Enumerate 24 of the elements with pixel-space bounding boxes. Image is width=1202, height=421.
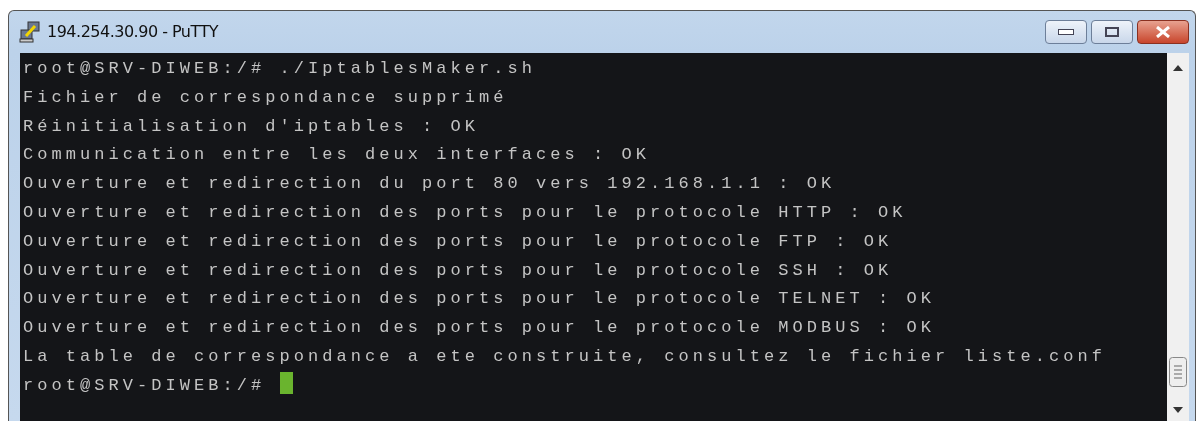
terminal-line: root@SRV-DIWEB:/# ./IptablesMaker.sh xyxy=(23,59,537,78)
maximize-button[interactable] xyxy=(1091,20,1133,44)
scroll-up-icon[interactable] xyxy=(1173,65,1183,71)
terminal-line: Ouverture et redirection du port 80 vers 192.168.1.1 : OK xyxy=(23,174,836,194)
terminal-line: Ouverture et redirection des ports pour le protocole HTTP : OK xyxy=(23,203,907,222)
close-icon xyxy=(1155,26,1171,38)
window-title: 194.254.30.90 - PuTTY xyxy=(47,21,219,43)
terminal-line: Ouverture et redirection des ports pour le protocole SSH : OK xyxy=(23,260,893,280)
terminal-line: La table de correspondance a ete construite, consultez le fichier liste.conf xyxy=(23,346,1107,366)
scrollbar[interactable] xyxy=(1167,53,1189,421)
maximize-icon xyxy=(1105,27,1119,37)
terminal-line: Ouverture et redirection des ports pour le protocole MODBUS : OK xyxy=(23,318,936,338)
minimize-icon xyxy=(1058,29,1074,35)
terminal-line: Réinitialisation d'iptables : OK xyxy=(23,116,480,136)
scroll-thumb[interactable] xyxy=(1169,357,1187,387)
minimize-button[interactable] xyxy=(1045,20,1087,44)
terminal-line: Ouverture et redirection des ports pour le protocole TELNET : OK xyxy=(23,289,936,309)
terminal-line: Ouverture et redirection des ports pour le protocole FTP : OK xyxy=(23,231,893,251)
computers-icon xyxy=(19,21,43,43)
close-button[interactable] xyxy=(1137,20,1189,44)
terminal-line: Communication entre les deux interfaces : OK xyxy=(23,145,651,165)
terminal-line: Fichier de correspondance supprimé xyxy=(23,87,508,107)
shell-prompt: root@SRV-DIWEB:/# xyxy=(23,375,266,395)
scroll-down-icon[interactable] xyxy=(1173,407,1183,413)
